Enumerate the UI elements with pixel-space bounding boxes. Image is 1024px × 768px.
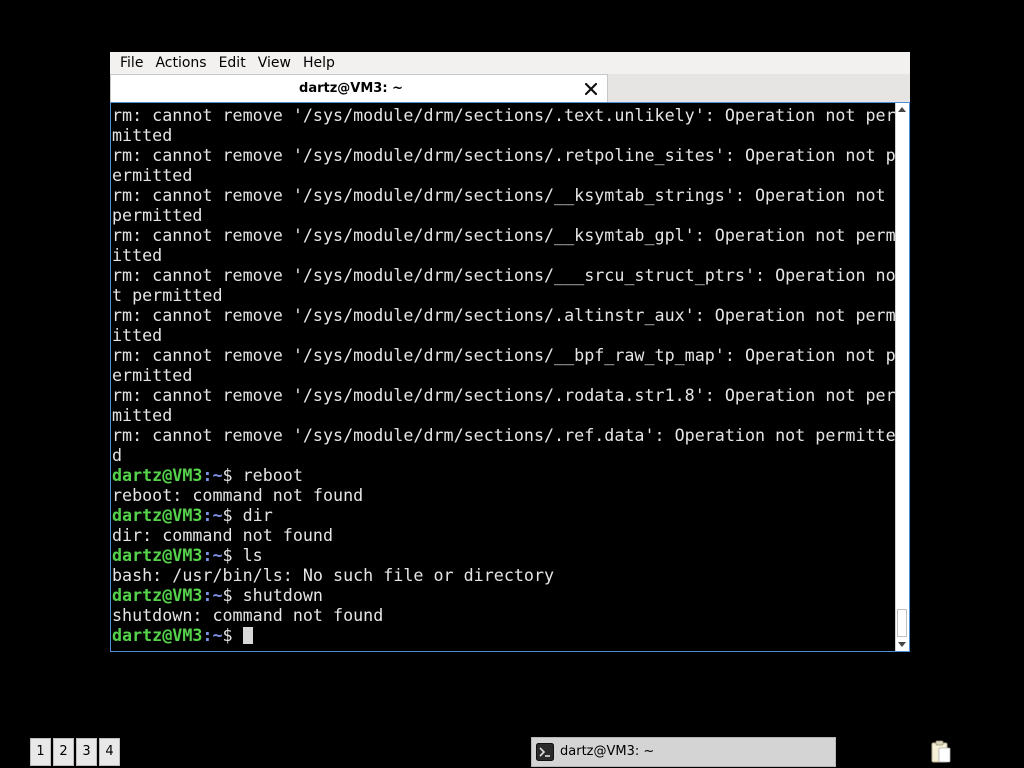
prompt-user: dartz@VM3 [112, 585, 203, 605]
menu-help[interactable]: Help [297, 52, 341, 74]
prompt-symbol: $ [222, 505, 243, 525]
terminal-output[interactable]: rm: cannot remove '/sys/module/drm/secti… [112, 105, 898, 650]
workspace-2-button[interactable]: 2 [53, 738, 74, 766]
workspace-switcher: 1 2 3 4 [30, 738, 122, 766]
taskbar-window-label: dartz@VM3: ~ [560, 744, 655, 759]
taskbar: 1 2 3 4 dartz@VM3: ~ [0, 734, 1024, 768]
terminal-output-line: dir: command not found [112, 525, 334, 545]
prompt-symbol: $ [222, 545, 243, 565]
tab-title: dartz@VM3: ~ [299, 81, 403, 96]
menu-edit[interactable]: Edit [213, 52, 252, 74]
prompt-command: dir [242, 505, 273, 525]
menu-file[interactable]: File [114, 52, 149, 74]
terminal-window: File Actions Edit View Help dartz@VM3: ~… [110, 52, 910, 652]
prompt-path: :~ [202, 465, 223, 485]
terminal-prompt-line: dartz@VM3:~$ shutdown [112, 585, 898, 605]
terminal-prompt-line: dartz@VM3:~$ reboot [112, 465, 898, 485]
terminal-output-line: rm: cannot remove '/sys/module/drm/secti… [112, 425, 896, 445]
prompt-command: shutdown [242, 585, 323, 605]
terminal-output-line: rm: cannot remove '/sys/module/drm/secti… [112, 145, 896, 165]
terminal-output-line: d [112, 445, 123, 465]
text-cursor [242, 627, 253, 644]
prompt-symbol: $ [222, 625, 243, 645]
terminal-output-line: rm: cannot remove '/sys/module/drm/secti… [112, 265, 896, 285]
terminal-output-line: mitted [112, 125, 173, 145]
terminal-output-line: rm: cannot remove '/sys/module/drm/secti… [112, 385, 896, 405]
scroll-down-arrow-icon[interactable] [898, 642, 906, 647]
close-icon[interactable] [583, 81, 599, 97]
menu-view[interactable]: View [252, 52, 297, 74]
terminal-output-line: bash: /usr/bin/ls: No such file or direc… [112, 565, 555, 585]
terminal-output-line: reboot: command not found [112, 485, 364, 505]
terminal-output-line: ermitted [112, 165, 193, 185]
prompt-user: dartz@VM3 [112, 625, 203, 645]
terminal-output-line: t permitted [112, 285, 223, 305]
terminal-output-line: itted [112, 245, 163, 265]
terminal-prompt-line: dartz@VM3:~$ ls [112, 545, 898, 565]
workspace-3-button[interactable]: 3 [76, 738, 97, 766]
prompt-symbol: $ [222, 465, 243, 485]
prompt-user: dartz@VM3 [112, 505, 203, 525]
terminal-output-line: rm: cannot remove '/sys/module/drm/secti… [112, 345, 896, 365]
prompt-user: dartz@VM3 [112, 465, 203, 485]
scrollbar-thumb[interactable] [897, 609, 907, 637]
prompt-path: :~ [202, 625, 223, 645]
taskbar-window-button[interactable]: dartz@VM3: ~ [531, 737, 836, 767]
prompt-symbol: $ [222, 585, 243, 605]
terminal-prompt-line: dartz@VM3:~$ [112, 625, 898, 645]
prompt-command: reboot [242, 465, 303, 485]
terminal-output-line: permitted [112, 205, 203, 225]
terminal-output-line: rm: cannot remove '/sys/module/drm/secti… [112, 305, 896, 325]
workspace-1-button[interactable]: 1 [30, 738, 51, 766]
terminal-output-line: shutdown: command not found [112, 605, 384, 625]
prompt-path: :~ [202, 585, 223, 605]
prompt-command: ls [242, 545, 263, 565]
tab-terminal[interactable]: dartz@VM3: ~ [110, 74, 608, 102]
terminal-area[interactable]: rm: cannot remove '/sys/module/drm/secti… [110, 102, 910, 652]
prompt-path: :~ [202, 505, 223, 525]
workspace-4-button[interactable]: 4 [99, 738, 120, 766]
scroll-up-arrow-icon[interactable] [898, 107, 906, 112]
terminal-prompt-line: dartz@VM3:~$ dir [112, 505, 898, 525]
scrollbar[interactable] [895, 103, 909, 651]
menu-bar: File Actions Edit View Help [110, 52, 910, 74]
terminal-output-line: ermitted [112, 365, 193, 385]
terminal-output-line: rm: cannot remove '/sys/module/drm/secti… [112, 225, 896, 245]
menu-actions[interactable]: Actions [149, 52, 212, 74]
terminal-output-line: rm: cannot remove '/sys/module/drm/secti… [112, 105, 896, 125]
terminal-icon [536, 743, 554, 761]
tab-bar: dartz@VM3: ~ [110, 74, 910, 102]
desktop: File Actions Edit View Help dartz@VM3: ~… [0, 0, 1024, 768]
terminal-output-line: rm: cannot remove '/sys/module/drm/secti… [112, 185, 896, 205]
terminal-output-line: itted [112, 325, 163, 345]
prompt-user: dartz@VM3 [112, 545, 203, 565]
clipboard-icon[interactable] [930, 740, 952, 764]
terminal-output-line: mitted [112, 405, 173, 425]
prompt-path: :~ [202, 545, 223, 565]
